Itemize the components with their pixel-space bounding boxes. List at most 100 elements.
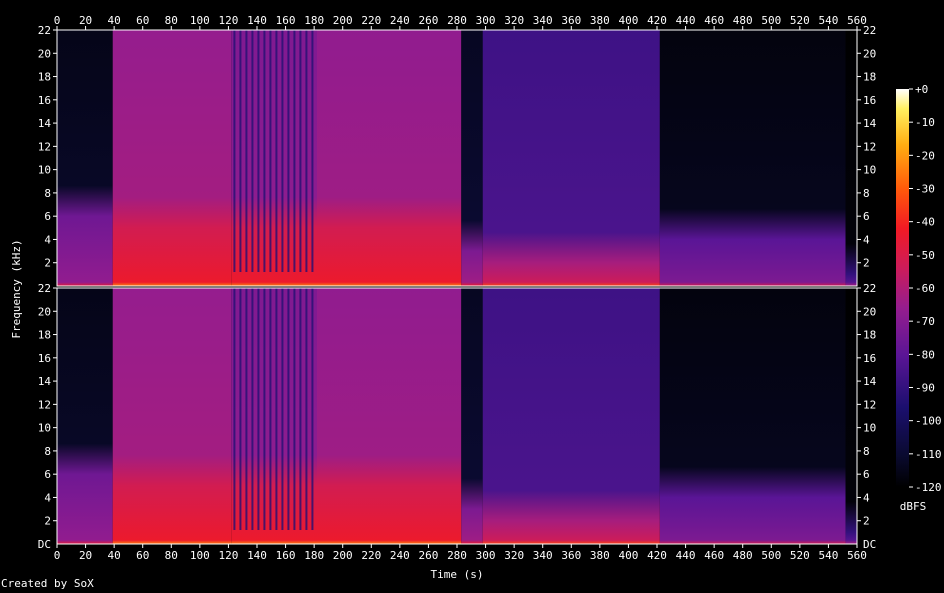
colorbar-tick-label: -20 [915,149,935,162]
colorbar-tick-label: -40 [915,216,935,229]
segment-loud [112,288,232,544]
y-tick-label: 8 [863,445,870,458]
colorbar-tick-label: -120 [915,481,942,494]
y-tick-label-dc: DC [38,538,51,551]
y-tick-label: 6 [863,468,870,481]
channel-1-spectrogram [57,30,857,286]
x-tick-label: 300 [476,14,496,27]
y-tick-label: 4 [44,491,51,504]
y-tick-label: 16 [863,352,876,365]
x-tick-label: 380 [590,14,610,27]
x-tick-label: 260 [418,549,438,562]
y-tick-label: 2 [863,515,870,528]
x-tick-label: 540 [818,14,838,27]
segment-quiet [659,30,846,286]
x-tick-label: 480 [733,14,753,27]
x-tick-label: 460 [704,14,724,27]
segment-loud [317,30,462,286]
x-tick-label: 320 [504,549,524,562]
y-tick-label: 12 [38,398,51,411]
x-tick-label: 440 [676,14,696,27]
gap-stripe [251,288,254,530]
x-tick-label: 540 [818,549,838,562]
x-tick-label: 520 [790,549,810,562]
y-tick-label: 10 [863,164,876,177]
y-tick-label: 8 [44,445,51,458]
gap-stripe [245,30,248,272]
colorbar-tick-label: -110 [915,448,942,461]
y-tick-label: 10 [38,164,51,177]
x-tick-label: 0 [54,549,61,562]
y-tick-label: 2 [44,257,51,270]
gap-stripe [299,288,302,530]
x-tick-label: 220 [361,549,381,562]
x-axis-label: Time (s) [431,568,484,581]
x-tick-label: 520 [790,14,810,27]
spectrogram-chart: 22 2220 2018 1816 1614 1412 1210 108 86 64 42 222 22… [10,14,942,581]
x-tick-label: 300 [476,549,496,562]
x-tick-label: 320 [504,14,524,27]
x-tick-label: 140 [247,14,267,27]
x-tick-label: 460 [704,549,724,562]
colorbar-tick-label: -30 [915,183,935,196]
x-tick-label: 40 [108,14,121,27]
y-tick-label: 20 [863,305,876,318]
x-tick-label: 100 [190,549,210,562]
colorbar-label: dBFS [900,500,927,513]
y-tick-label: 6 [863,210,870,223]
segment-quiet [845,30,857,286]
x-tick-label: 400 [618,549,638,562]
x-tick-label: 80 [165,14,178,27]
x-tick-label: 180 [304,14,324,27]
gap-stripe [275,288,278,530]
gap-stripe [281,30,284,272]
segment-loud [317,288,462,544]
y-tick-label: 12 [863,398,876,411]
y-tick-label: 14 [38,117,52,130]
y-tick-label: 6 [44,210,51,223]
colorbar-tick-label: +0 [915,83,928,96]
y-tick-label: 2 [44,515,51,528]
gap-stripe [311,288,314,530]
colorbar-tick-label: -100 [915,415,942,428]
segment-quiet [57,30,113,286]
x-tick-label: 140 [247,549,267,562]
y-tick-label: 4 [863,233,870,246]
x-tick-label: 340 [533,14,553,27]
x-tick-label: 280 [447,14,467,27]
gap-stripe [251,30,254,272]
gap-stripe [245,288,248,530]
y-tick-label: 22 [38,24,51,37]
x-tick-label: 160 [276,14,296,27]
segment-medium [482,30,660,286]
gap-stripe [233,288,236,530]
x-tick-label: 60 [136,14,149,27]
segment-loud-striped [231,30,317,286]
x-tick-label: 500 [761,549,781,562]
y-tick-label: 18 [38,329,51,342]
x-tick-label: 0 [54,14,61,27]
gap-stripe [293,30,296,272]
y-tick-label: 10 [38,422,51,435]
y-tick-label: 20 [863,47,876,60]
x-tick-label: 420 [647,549,667,562]
segment-quiet [659,288,846,544]
x-tick-label: 20 [79,549,92,562]
gap-stripe [287,30,290,272]
colorbar-tick-label: -60 [915,282,935,295]
gap-stripe [239,30,242,272]
y-tick-label: 14 [863,375,877,388]
gap-stripe [263,288,266,530]
y-tick-label: 14 [38,375,52,388]
y-tick-label: 22 [863,282,876,295]
gap-stripe [305,30,308,272]
x-tick-label: 280 [447,549,467,562]
gap-stripe [233,30,236,272]
y-tick-label: 10 [863,422,876,435]
segment-quiet [57,288,113,544]
x-tick-label: 400 [618,14,638,27]
x-tick-label: 500 [761,14,781,27]
colorbar-ticks: +0 -10 -20 -30 -40 -50 -60 -70 -80 -90 -100 -110 -12… [909,83,942,494]
gap-stripe [257,288,260,530]
x-tick-label: 560 [847,549,867,562]
